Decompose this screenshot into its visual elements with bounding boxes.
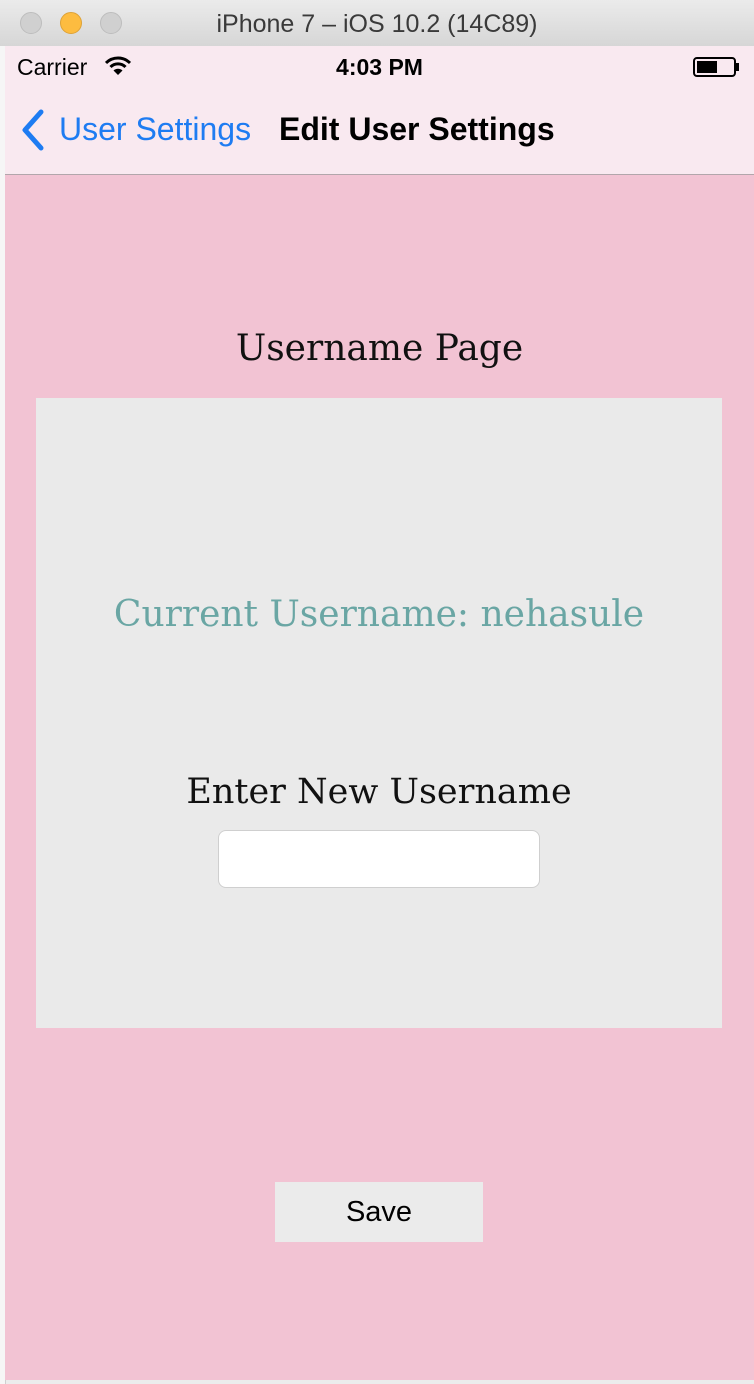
save-button[interactable]: Save [275,1182,483,1242]
phone-screen: Carrier 4:03 PM User Settings Edit User … [5,46,754,1380]
new-username-label: Enter New Username [186,772,572,812]
status-bar: Carrier 4:03 PM [5,46,754,88]
nav-title: Edit User Settings [279,111,555,147]
simulator-window: iPhone 7 – iOS 10.2 (14C89) Carrier 4:03… [0,0,754,1384]
window-title: iPhone 7 – iOS 10.2 (14C89) [216,10,538,38]
chevron-left-icon[interactable] [19,108,47,152]
new-username-input[interactable] [218,830,540,888]
status-time: 4:03 PM [336,54,423,80]
page-title: Username Page [235,328,524,369]
window-titlebar: iPhone 7 – iOS 10.2 (14C89) [0,0,754,47]
username-card: Current Username: nehasule Enter New Use… [36,398,722,1028]
back-button[interactable]: User Settings [59,111,251,148]
battery-icon [693,57,739,77]
current-username-label: Current Username: nehasule [113,594,645,635]
navigation-bar: User Settings Edit User Settings [5,88,754,175]
